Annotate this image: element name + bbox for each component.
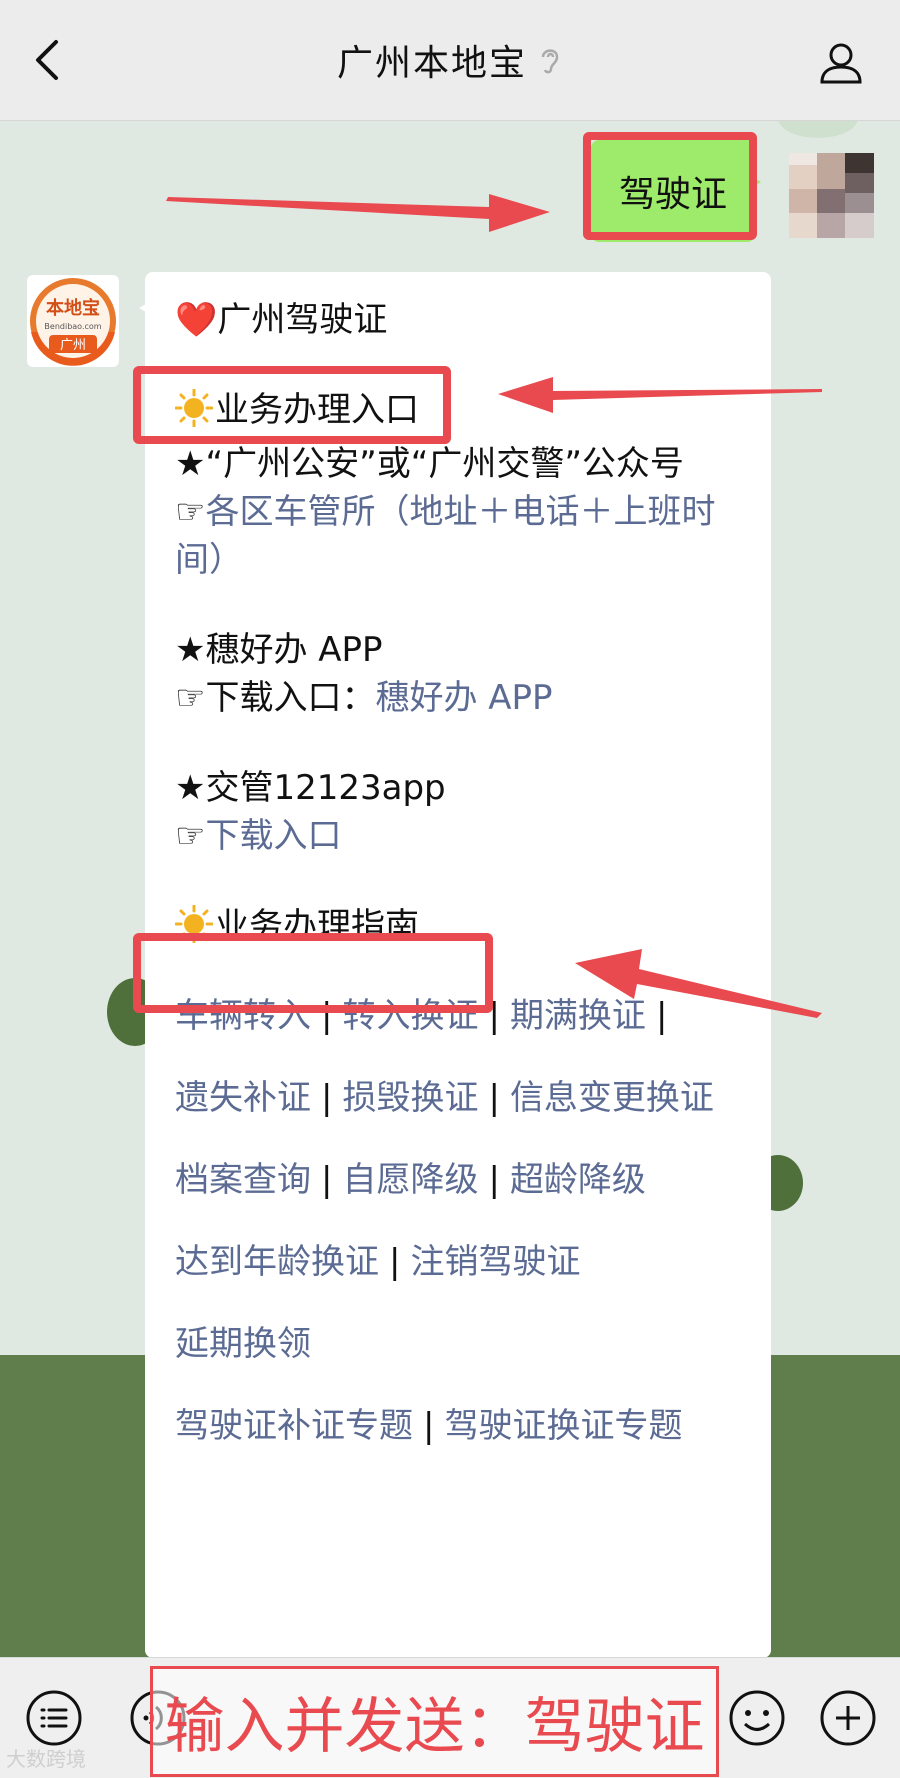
nav-header: 广州本地宝	[0, 0, 900, 121]
item3-link[interactable]: 下载入口	[205, 816, 341, 856]
heart-icon: ❤️	[175, 300, 218, 340]
separator: |	[488, 1160, 500, 1200]
item2-title: ★穗好办 APP	[175, 630, 383, 670]
message-content: ❤️广州驾驶证 业务办理入口 ★“广州公安”或“广州交警”公众号 ☞各区车管所（…	[174, 292, 735, 1450]
instruction-overlay: 输入并发送：驾驶证	[150, 1666, 719, 1777]
item2-link[interactable]: 穗好办 APP	[375, 678, 552, 718]
guide-row: 延期换领	[175, 1320, 735, 1368]
separator: |	[389, 1242, 401, 1282]
sent-message-highlight	[583, 132, 757, 240]
svg-text:广州: 广州	[60, 338, 86, 353]
guide-row: 驾驶证补证专题 | 驾驶证换证专题	[175, 1402, 735, 1450]
item1-link[interactable]: 各区车管所（地址＋电话＋上班时间）	[175, 492, 715, 580]
guide-link[interactable]: 注销驾驶证	[410, 1242, 580, 1282]
guide-link[interactable]: 期满换证	[510, 996, 646, 1036]
section1-highlight	[133, 366, 451, 444]
emoji-icon[interactable]	[727, 1688, 787, 1748]
svg-text:本地宝: 本地宝	[46, 297, 100, 319]
guide-row: 遗失补证 | 损毁换证 | 信息变更换证	[175, 1074, 735, 1122]
item2-prefix: ☞下载入口：	[175, 678, 376, 718]
received-message-bubble: ❤️广州驾驶证 业务办理入口 ★“广州公安”或“广州交警”公众号 ☞各区车管所（…	[133, 272, 771, 1658]
item3-link-prefix: ☞	[175, 816, 206, 856]
blurred-avatar-image	[789, 153, 874, 238]
title-line: ❤️广州驾驶证	[175, 296, 735, 344]
guide-link[interactable]: 驾驶证补证专题	[175, 1406, 413, 1446]
separator: |	[655, 996, 668, 1036]
guide-link[interactable]: 档案查询	[175, 1160, 311, 1200]
guide-row: 档案查询 | 自愿降级 | 超龄降级	[175, 1156, 735, 1204]
guide-link[interactable]: 驾驶证换证专题	[444, 1406, 682, 1446]
menu-icon[interactable]	[24, 1688, 84, 1748]
bot-avatar[interactable]: 本地宝 Bendibao.com 广州	[27, 275, 119, 367]
user-avatar[interactable]	[789, 153, 874, 238]
page-title: 广州本地宝	[336, 43, 527, 84]
item1-title: ★“广州公安”或“广州交警”公众号	[175, 444, 684, 484]
watermark: 大数跨境	[6, 1747, 86, 1771]
guide-link[interactable]: 遗失补证	[175, 1078, 311, 1118]
bendibao-logo: 本地宝 Bendibao.com 广州	[30, 278, 116, 366]
add-icon[interactable]	[818, 1688, 878, 1748]
guide-link[interactable]: 自愿降级	[342, 1160, 478, 1200]
guide-link[interactable]: 损毁换证	[342, 1078, 478, 1118]
profile-icon[interactable]	[818, 40, 864, 86]
item3-title: ★交管12123app	[175, 768, 446, 808]
guide-row: 达到年龄换证 | 注销驾驶证	[175, 1238, 735, 1286]
svg-text:Bendibao.com: Bendibao.com	[44, 322, 101, 331]
separator: |	[488, 1078, 500, 1118]
guide-link[interactable]: 信息变更换证	[510, 1078, 714, 1118]
separator: |	[321, 1160, 333, 1200]
guide-link[interactable]: 延期换领	[175, 1324, 311, 1364]
guide-links: 车辆转入 | 转入换证 | 期满换证 | 遗失补证 | 损毁换证 | 信息变更换证 档案查询 | 自愿降级…	[175, 992, 735, 1450]
separator: |	[423, 1406, 435, 1446]
back-icon[interactable]	[28, 38, 72, 82]
separator: |	[321, 1078, 333, 1118]
guide-link[interactable]: 超龄降级	[510, 1160, 646, 1200]
response-title: 广州驾驶证	[217, 300, 388, 340]
item1-link-prefix: ☞	[175, 492, 206, 532]
ear-icon	[541, 49, 559, 74]
guide-link[interactable]: 达到年龄换证	[175, 1242, 379, 1282]
section2-highlight	[133, 933, 493, 1013]
